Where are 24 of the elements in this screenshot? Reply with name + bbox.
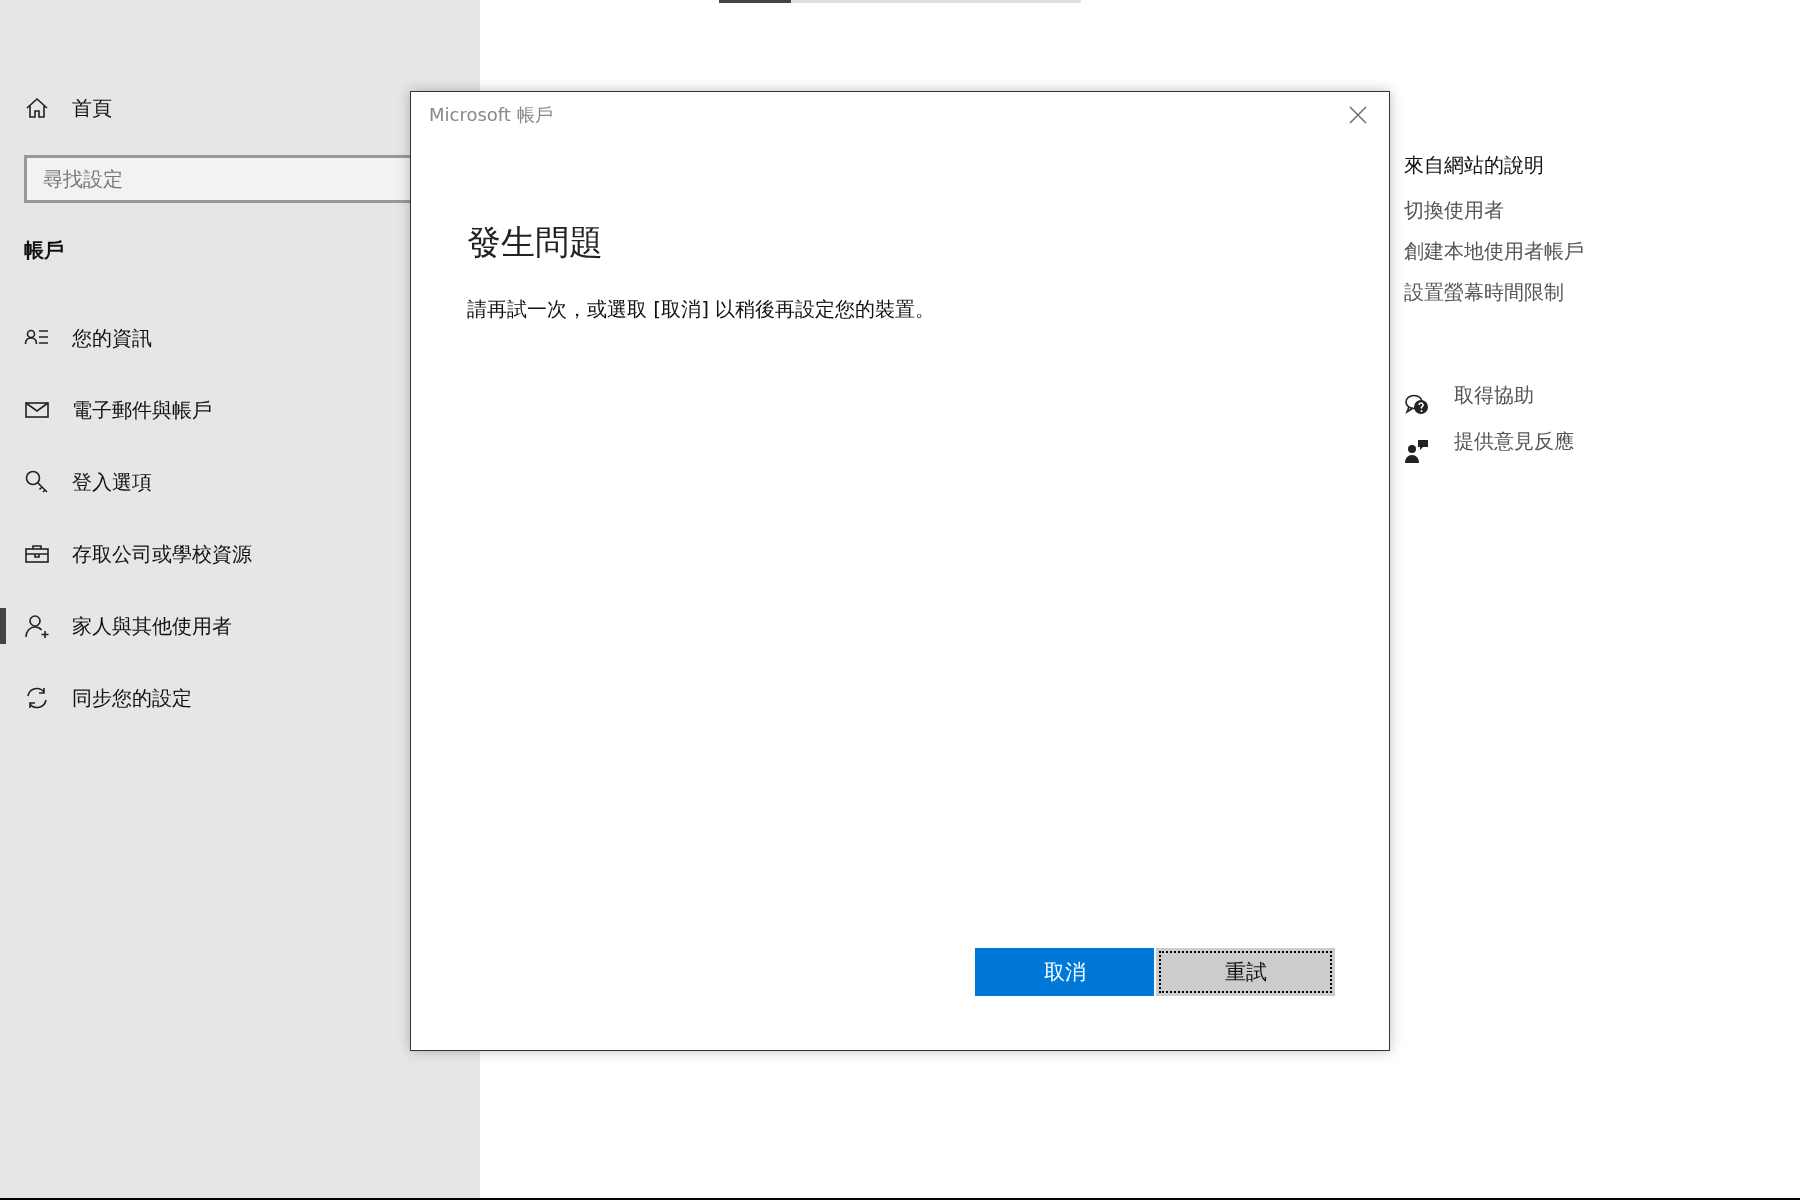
person-speech-icon [1404, 438, 1430, 464]
help-heading: 來自網站的說明 [1404, 152, 1545, 179]
help-link[interactable]: 設置螢幕時間限制 [1404, 279, 1564, 306]
dialog-message: 請再試一次，或選取 [取消] 以稍後再設定您的裝置。 [467, 296, 937, 323]
help-link[interactable]: 創建本地使用者帳戶 [1404, 238, 1584, 265]
nav-item[interactable]: 存取公司或學校資源 [72, 540, 252, 568]
dialog-title: Microsoft 帳戶 [429, 103, 553, 127]
nav-item[interactable]: 您的資訊 [72, 324, 152, 352]
help-link[interactable]: 切換使用者 [1404, 197, 1504, 224]
nav-item[interactable]: 電子郵件與帳戶 [72, 396, 212, 424]
nav-item[interactable]: 同步您的設定 [72, 684, 192, 712]
dialog-heading: 發生問題 [467, 221, 604, 264]
help-action-link[interactable]: 取得協助 [1454, 382, 1534, 409]
retry-button[interactable]: 重試 [1156, 948, 1335, 996]
home-link[interactable]: 首頁 [72, 94, 112, 122]
section-heading: 帳戶 [24, 237, 65, 264]
help-action-link[interactable]: 提供意見反應 [1454, 428, 1574, 455]
cancel-button[interactable]: 取消 [975, 948, 1154, 996]
nav-item[interactable]: 登入選項 [72, 468, 152, 496]
nav-item[interactable]: 家人與其他使用者 [72, 612, 232, 640]
person-add-icon [24, 613, 50, 639]
sync-icon [24, 685, 50, 711]
home-icon [24, 95, 50, 121]
key-icon [24, 469, 50, 495]
